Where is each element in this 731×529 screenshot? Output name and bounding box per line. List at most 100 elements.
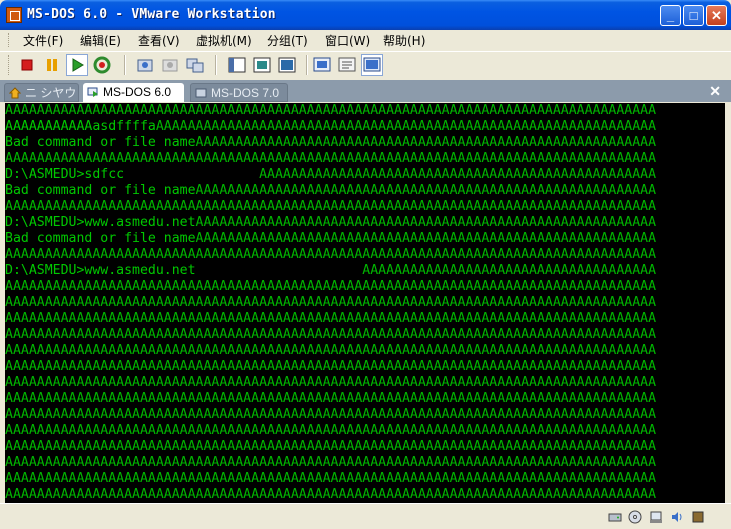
toolbar-grip[interactable] — [8, 55, 12, 75]
vm-console-screen[interactable]: AAAAAAAAAAAAAAAAAAAAAAAAAAAAAAAAAAAAA AAA… — [5, 103, 725, 503]
console-fill: AAAAAAAAAAAAAAAAAAAAAAAAAAAAAAAAAAAAAAAA… — [5, 455, 657, 470]
toolbar — [0, 51, 731, 79]
unity-view-button[interactable] — [361, 54, 383, 76]
snapshot-take-icon — [137, 59, 153, 72]
snapshot-revert-button[interactable] — [159, 54, 181, 76]
console-line: D:\ASMEDU>www.asmedu.net AAAAAAAAAAAAAAAA… — [5, 263, 725, 279]
maximize-button[interactable]: □ — [683, 5, 704, 26]
snapshot-revert-icon — [162, 59, 178, 72]
power-off-icon — [21, 59, 33, 71]
title-bar[interactable]: MS-DOS 6.0 - VMware Workstation _ □ ✕ — [0, 0, 731, 30]
console-line: AAAAAAAAAAAasdffffa AAAAAAAAAAAAAAAAAAAAA… — [5, 119, 725, 135]
console-fill: AAAAAAAAAAAAAAAAAAAAAAAAAAAAAAAAAAAAAAAA… — [5, 103, 657, 118]
console-fill: AAAAAAAAAAAAAAAAAAAAAAAAAAAAAAAAAAAAAAAA… — [5, 151, 657, 166]
menu-view[interactable]: 查看(V) — [138, 32, 180, 49]
console-line: AAAAAAAAAAAAAAAAAAAAAAAAAAAAAAAAAAAAAAAA… — [5, 247, 725, 263]
reset-button[interactable] — [91, 54, 113, 76]
cdrom-icon[interactable] — [628, 510, 642, 524]
power-off-button[interactable] — [16, 54, 38, 76]
console-line: AAAAAAAAAAAAAAAAAAAAAAAAAAAAAAAAAAAAAAAA… — [5, 375, 725, 391]
tab-bar: ニ シヤウ MS-DOS 6.0 MS-DOS 7.0 — [0, 80, 731, 102]
console-fill: AAAAAAAAAAAAAAAAAAAAAAAAAAAAAAAAAAAAAAAA… — [5, 311, 657, 326]
menu-group[interactable]: 分组(T) — [267, 32, 308, 49]
console-fill: AAAAAAAAAAAAAAAAAAAAAAAAAAAAAAAAAAAAAAAA… — [5, 391, 657, 406]
console-fill: AAAAAAAAAAAAAAAAAAAAAAAAAAAAAAAAAAAAAAAA… — [5, 199, 657, 214]
minimize-button[interactable]: _ — [660, 5, 681, 26]
vmware-app-icon[interactable] — [6, 7, 22, 23]
unity-view-icon — [363, 57, 381, 72]
menu-file[interactable]: 文件(F) — [23, 32, 63, 49]
close-button[interactable]: ✕ — [706, 5, 727, 26]
menu-help[interactable]: 帮助(H) — [383, 32, 425, 49]
summary-view-button[interactable] — [336, 54, 358, 76]
console-fill: AAAAAAAAAAAAAAAAAAAAAAAAAAAAAAAAAAAAAAAA… — [5, 407, 657, 422]
full-screen-button[interactable] — [276, 54, 298, 76]
console-fill: AAAAAAAAAAAAAAAAAAAAAAAAAAAAAAAAAAAAAAAA… — [195, 183, 657, 198]
console-fill: AAAAAAAAAAAAAAAAAAAAAAAAAAAAAAAAAAAAAAAA… — [5, 327, 657, 342]
menu-vm[interactable]: 虚拟机(M) — [196, 32, 252, 49]
tab-ms-dos-6[interactable]: MS-DOS 6.0 — [83, 83, 184, 102]
console-line-text: D:\ASMEDU>www.asmedu.net — [5, 263, 196, 278]
menu-grip[interactable] — [8, 33, 12, 47]
tab-ms-dos-7[interactable]: MS-DOS 7.0 — [190, 83, 288, 102]
tab-home-label: ニ シヤウ — [25, 86, 77, 100]
pause-icon — [47, 59, 57, 71]
console-fill: AAAAAAAAAAAAAAAAAAAAAAAAAAAAAAAAAAAAAAAA… — [5, 423, 657, 438]
pause-button[interactable] — [41, 54, 63, 76]
console-fill: AAAAAAAAAAAAAAAAAAAAAAAAAAAAAAAAAAAAAAAA… — [5, 439, 657, 454]
network-icon[interactable] — [649, 510, 663, 524]
console-line-text: D:\ASMEDU>www.asmedu.net — [5, 215, 196, 230]
hard-disk-icon[interactable] — [608, 510, 622, 524]
console-line: D:\ASMEDU>www.asmedu.net AAAAAAAAAAAAAAAA… — [5, 215, 725, 231]
console-line: Bad command or file name AAAAAAAAAAAAAAAA… — [5, 135, 725, 151]
reset-icon — [93, 56, 111, 74]
console-line: Bad command or file name AAAAAAAAAAAAAAAA… — [5, 183, 725, 199]
snapshot-take-button[interactable] — [134, 54, 156, 76]
toolbar-separator — [306, 55, 308, 75]
console-line: AAAAAAAAAAAAAAAAAAAAAAAAAAAAAAAAAAAAAAAA… — [5, 471, 725, 487]
power-on-button[interactable] — [66, 54, 88, 76]
snapshot-manager-icon — [186, 58, 204, 73]
sidebar-toggle-icon — [228, 57, 246, 73]
console-line-text: Bad command or file name — [5, 231, 196, 246]
console-fill: AAAAAAAAAAAAAAAAAAAAAAAAAAAAAAAAAAAAAAAA… — [195, 231, 657, 246]
sound-icon[interactable] — [670, 510, 684, 524]
menu-bar: 文件(F) 编辑(E) 查看(V) 虚拟机(M) 分组(T) 窗口(W) 帮助(… — [0, 30, 731, 50]
tab-home[interactable]: ニ シヤウ — [4, 83, 79, 102]
console-line: AAAAAAAAAAAAAAAAAAAAAAAAAAAAAAAAAAAAAAAA… — [5, 359, 725, 375]
console-line: AAAAAAAAAAAAAAAAAAAAAAAAAAAAAAAAAAAAAAAA… — [5, 407, 725, 423]
console-line: AAAAAAAAAAAAAAAAAAAAAAAAAAAAAAAAAAAAAAAA… — [5, 103, 725, 119]
console-line-text: D:\ASMEDU>sdfcc — [5, 167, 125, 182]
console-fill: AAAAAAAAAAAAAAAAAAAAAAAAAAAAAAAAAAAAAAAA… — [5, 247, 657, 262]
console-line: Bad command or file name AAAAAAAAAAAAAAAA… — [5, 231, 725, 247]
console-view-button[interactable] — [311, 54, 333, 76]
console-fill: AAAAAAAAAAAAAAAAAAAAAAAAAAAAAAAAAAAAA — [362, 263, 657, 278]
menu-window[interactable]: 窗口(W) — [325, 32, 370, 49]
snapshot-manager-button[interactable] — [184, 54, 206, 76]
console-fill: AAAAAAAAAAAAAAAAAAAAAAAAAAAAAAAAAAAAAAAA… — [5, 471, 657, 486]
sidebar-toggle-button[interactable] — [226, 54, 248, 76]
summary-view-icon — [338, 57, 356, 72]
quick-switch-button[interactable] — [251, 54, 273, 76]
console-fill: AAAAAAAAAAAAAAAAAAAAAAAAAAAAAAAAAAAAAAAA… — [5, 295, 657, 310]
console-line: AAAAAAAAAAAAAAAAAAAAAAAAAAAAAAAAAAAAAAAA… — [5, 151, 725, 167]
console-fill: AAAAAAAAAAAAAAAAAAAAAAAAAAAAAAAAAAAAAAAA… — [195, 215, 657, 230]
console-line: AAAAAAAAAAAAAAAAAAAAAAAAAAAAAAAAAAAAAAAA… — [5, 391, 725, 407]
tab-ms-dos-7-label: MS-DOS 7.0 — [211, 86, 280, 100]
console-line: AAAAAAAAAAAAAAAAAAAAAAAAAAAAAAAAAAAAAAAA… — [5, 327, 725, 343]
console-fill: AAAAAAAAAAAAAAAAAAAAAAAAAAAAAAAAAAAAAAAA… — [5, 375, 657, 390]
console-line: AAAAAAAAAAAAAAAAAAAAAAAAAAAAAAAAAAAAAAAA… — [5, 343, 725, 359]
console-line: AAAAAAAAAAAAAAAAAAAAAAAAAAAAAAAAAAAAAAAA… — [5, 455, 725, 471]
console-line: D:\ASMEDU>sdfcc AAAAAAAAAAAAAAAAAAAAAAAAA… — [5, 167, 725, 183]
menu-edit[interactable]: 编辑(E) — [80, 32, 121, 49]
close-tab-button[interactable]: ✕ — [709, 83, 721, 100]
console-line: AAAAAAAAAAAAAAAAAAAAAAAAAAAAAAAAAAAAAAAA… — [5, 279, 725, 295]
vmware-tools-icon[interactable] — [691, 510, 705, 524]
status-bar — [0, 503, 731, 529]
console-line: AAAAAAAAAAAAAAAAAAAAAAAAAAAAAAAAAAAAAAAA… — [5, 439, 725, 455]
console-view-icon — [313, 57, 331, 72]
play-icon — [72, 58, 84, 72]
vm-icon — [195, 88, 207, 98]
console-fill: AAAAAAAAAAAAAAAAAAAAAAAAAAAAAAAAAAAAAAAA… — [259, 167, 657, 182]
console-fill: AAAAAAAAAAAAAAAAAAAAAAAAAAAAAAAAAAAAAAAA… — [5, 487, 657, 502]
